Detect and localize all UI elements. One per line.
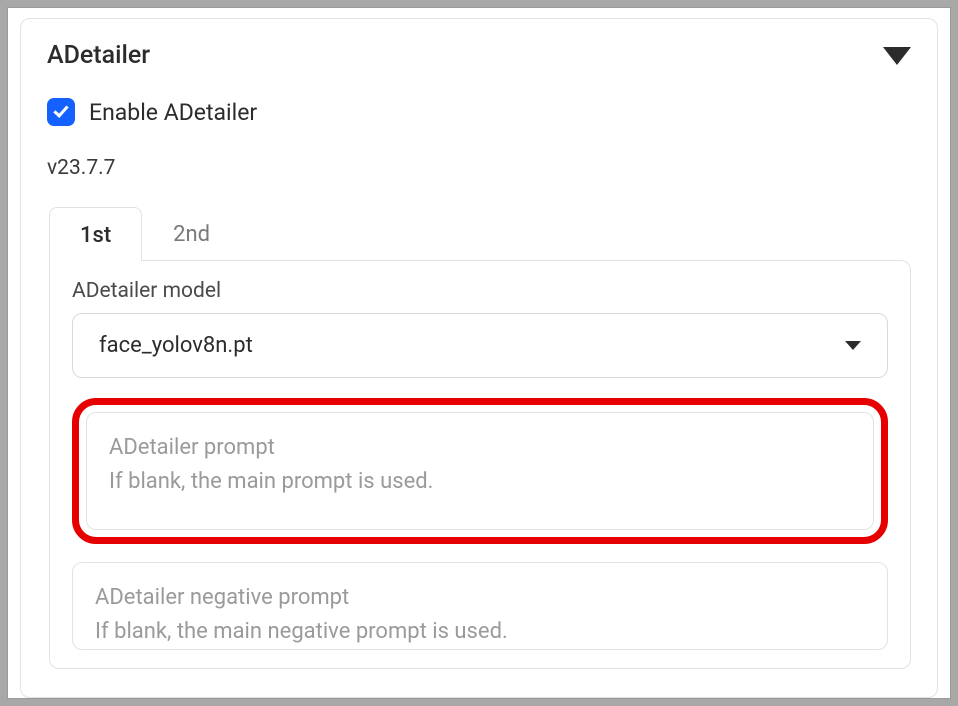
panel-header[interactable]: ADetailer bbox=[47, 41, 911, 70]
tab-1st[interactable]: 1st bbox=[49, 207, 142, 261]
tab-content: ADetailer model face_yolov8n.pt ADetaile… bbox=[49, 260, 911, 669]
model-selected-value: face_yolov8n.pt bbox=[99, 333, 253, 358]
chevron-down-icon bbox=[845, 341, 861, 350]
enable-checkbox[interactable] bbox=[47, 98, 75, 126]
tabs: 1st 2nd bbox=[49, 206, 911, 260]
tab-2nd[interactable]: 2nd bbox=[142, 206, 241, 260]
collapse-icon[interactable] bbox=[883, 47, 911, 65]
model-label: ADetailer model bbox=[72, 279, 888, 303]
adetailer-prompt-input[interactable]: ADetailer prompt If blank, the main prom… bbox=[86, 412, 874, 530]
enable-row[interactable]: Enable ADetailer bbox=[47, 98, 911, 126]
enable-label: Enable ADetailer bbox=[89, 99, 257, 126]
adetailer-negative-prompt-input[interactable]: ADetailer negative prompt If blank, the … bbox=[72, 562, 888, 650]
adetailer-panel: ADetailer Enable ADetailer v23.7.7 1st 2… bbox=[20, 18, 938, 698]
version-text: v23.7.7 bbox=[47, 156, 911, 180]
check-icon bbox=[53, 102, 68, 118]
prompt-highlight-annotation: ADetailer prompt If blank, the main prom… bbox=[72, 398, 888, 544]
model-select[interactable]: face_yolov8n.pt bbox=[72, 313, 888, 378]
panel-title: ADetailer bbox=[47, 41, 150, 70]
window-frame: ADetailer Enable ADetailer v23.7.7 1st 2… bbox=[7, 7, 951, 699]
tabs-container: 1st 2nd ADetailer model face_yolov8n.pt … bbox=[49, 206, 911, 669]
